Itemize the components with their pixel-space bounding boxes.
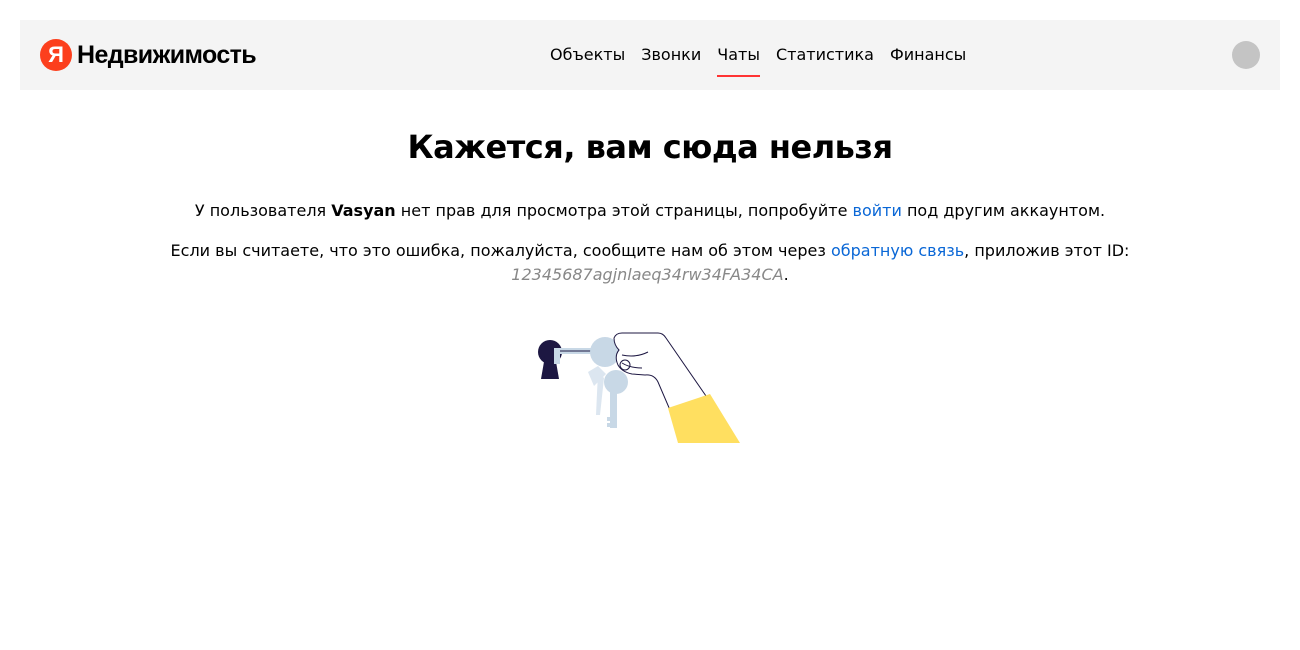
message-text: нет прав для просмотра этой страницы, по… — [395, 201, 853, 220]
hanging-key-icon — [588, 366, 628, 428]
username: Vasyan — [331, 201, 396, 220]
nav-item-statistics[interactable]: Статистика — [776, 20, 874, 90]
error-report-message: Если вы считаете, что это ошибка, пожалу… — [0, 239, 1300, 287]
avatar[interactable] — [1232, 41, 1260, 69]
request-id: 12345687agjnlaeq34rw34FA34CA — [511, 265, 784, 284]
nav-item-chats[interactable]: Чаты — [717, 20, 760, 90]
hand-with-key-illustration-icon — [538, 332, 740, 443]
message-text: У пользователя — [194, 201, 332, 220]
message-text: под другим аккаунтом. — [901, 201, 1106, 220]
login-link[interactable]: войти — [853, 201, 902, 220]
message-text: Если вы считаете, что это ошибка, пожалу… — [170, 241, 831, 260]
nav-item-finances[interactable]: Финансы — [890, 20, 966, 90]
yandex-logo-icon: Я — [40, 39, 72, 71]
message-text: , приложив этот ID: — [964, 241, 1130, 260]
page-title: Кажется, вам сюда нельзя — [407, 128, 893, 166]
header: Я Недвижимость Объекты Звонки Чаты Стати… — [20, 20, 1280, 90]
hand-icon — [613, 332, 707, 411]
nav-item-objects[interactable]: Объекты — [550, 20, 625, 90]
feedback-link[interactable]: обратную связь — [831, 241, 964, 260]
logo[interactable]: Я Недвижимость — [40, 39, 257, 71]
logo-text: Недвижимость — [77, 40, 257, 69]
nav-item-calls[interactable]: Звонки — [641, 20, 701, 90]
access-denied-message: У пользователя Vasyan нет прав для просм… — [0, 199, 1300, 223]
message-text: . — [783, 265, 789, 284]
main-nav: Объекты Звонки Чаты Статистика Финансы — [550, 20, 966, 90]
